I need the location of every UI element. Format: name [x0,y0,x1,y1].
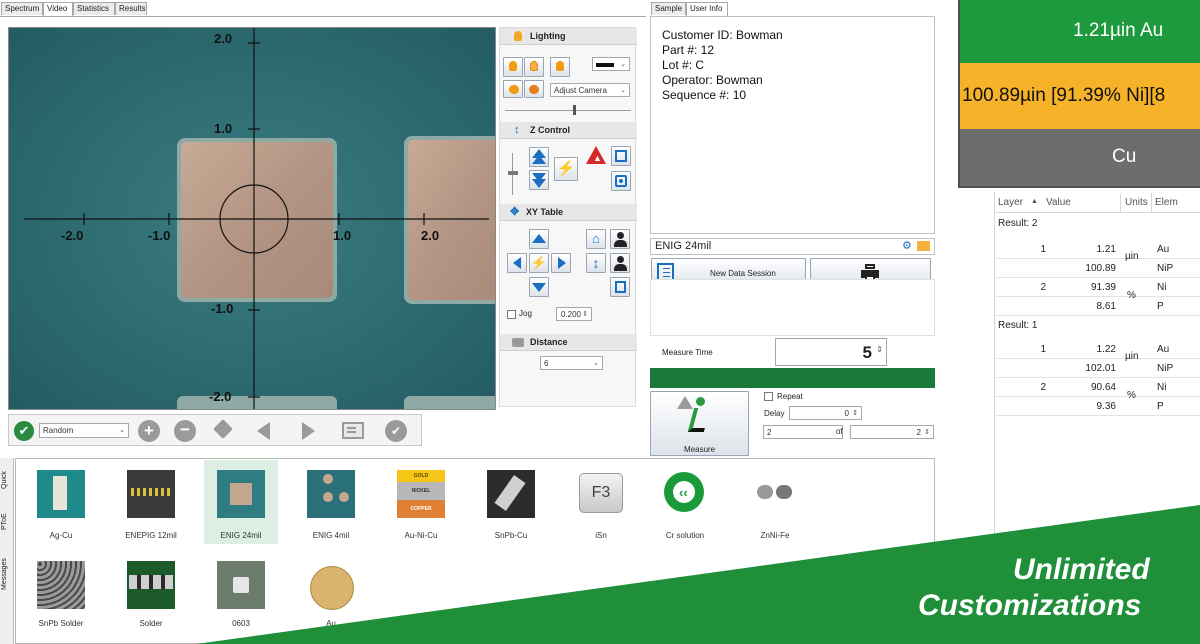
promo-banner-shape [196,505,1200,644]
banner-line-1: Unlimited [1013,553,1150,586]
banner-line-2: Customizations [918,589,1142,622]
